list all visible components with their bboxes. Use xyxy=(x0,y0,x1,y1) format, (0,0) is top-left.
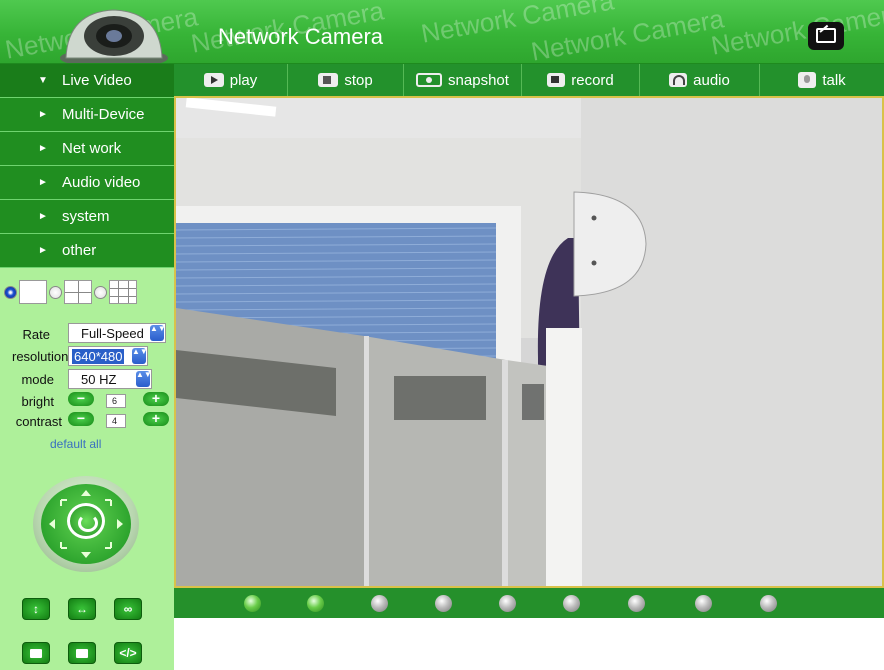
ptz-center-button[interactable] xyxy=(67,503,105,539)
quad-view-radio[interactable] xyxy=(49,285,62,299)
sidebar-item-label: system xyxy=(62,208,110,225)
audio-icon xyxy=(669,73,688,87)
app-header: Network Camera Network Camera Network Ca… xyxy=(0,0,884,64)
snapshot-button[interactable]: snapshot xyxy=(404,64,522,96)
nine-view-radio[interactable] xyxy=(94,285,107,299)
rate-select[interactable]: Full-Speed ▲▼ xyxy=(68,323,166,343)
nine-view-icon[interactable] xyxy=(109,280,137,304)
bright-minus-button[interactable]: − xyxy=(68,391,94,406)
record-button[interactable]: record xyxy=(522,64,640,96)
rate-label: Rate xyxy=(22,327,50,342)
caret-right-icon: ► xyxy=(38,177,48,188)
sidebar-item-network[interactable]: ► Net work xyxy=(0,132,174,166)
code-button[interactable]: </> xyxy=(114,642,142,664)
channel-1-indicator[interactable] xyxy=(244,595,261,612)
spinner-icon: ▲▼ xyxy=(136,371,152,387)
caret-right-icon: ► xyxy=(38,109,48,120)
bright-label: bright xyxy=(21,394,54,409)
app-title: Network Camera xyxy=(218,24,384,49)
fullscreen-button[interactable] xyxy=(808,22,844,50)
split-view-selector xyxy=(4,276,172,308)
loop-button[interactable]: ∞ xyxy=(114,598,142,620)
caret-right-icon: ► xyxy=(38,143,48,154)
sidebar-item-multi-device[interactable]: ► Multi-Device xyxy=(0,98,174,132)
camera-logo-icon xyxy=(60,9,168,63)
mode-label: mode xyxy=(21,372,54,387)
sidebar-item-label: other xyxy=(62,242,97,259)
resolution-label: resolution xyxy=(12,349,69,364)
mode-select[interactable]: 50 HZ ▲▼ xyxy=(68,369,152,389)
preset-2-button[interactable] xyxy=(68,642,96,664)
contrast-plus-button[interactable]: + xyxy=(143,411,169,426)
channel-5-indicator[interactable] xyxy=(499,595,516,612)
bright-value[interactable]: 6 xyxy=(106,394,126,408)
channel-7-indicator[interactable] xyxy=(628,595,645,612)
single-view-icon[interactable] xyxy=(19,280,47,304)
contrast-value[interactable]: 4 xyxy=(106,414,126,428)
caret-down-icon: ▼ xyxy=(38,75,48,86)
flip-horizontal-button[interactable]: ↔ xyxy=(68,598,96,620)
sidebar-item-other[interactable]: ► other xyxy=(0,234,174,268)
talk-icon xyxy=(798,72,817,88)
flip-vertical-button[interactable]: ↕ xyxy=(22,598,50,620)
channel-status-bar xyxy=(174,588,884,618)
snapshot-icon xyxy=(416,73,443,87)
sidebar-item-audio-video[interactable]: ► Audio video xyxy=(0,166,174,200)
channel-2-indicator[interactable] xyxy=(307,595,324,612)
stop-button[interactable]: stop xyxy=(288,64,404,96)
audio-button[interactable]: audio xyxy=(640,64,760,96)
play-icon xyxy=(203,73,224,87)
video-feed[interactable] xyxy=(174,96,884,588)
single-view-radio[interactable] xyxy=(4,285,17,299)
sidebar-item-label: Multi-Device xyxy=(62,106,145,123)
channel-4-indicator[interactable] xyxy=(435,595,452,612)
spinner-icon: ▲▼ xyxy=(150,325,166,341)
camera-feed-image xyxy=(176,98,882,586)
watermark-text: Network Camera xyxy=(708,0,884,61)
quad-view-icon[interactable] xyxy=(64,280,92,304)
channel-9-indicator[interactable] xyxy=(760,595,777,612)
sidebar-item-system[interactable]: ► system xyxy=(0,200,174,234)
play-button[interactable]: play xyxy=(174,64,288,96)
toolbar: play stop snapshot record audio talk xyxy=(174,64,884,96)
resolution-select[interactable]: 640*480 ▲▼ xyxy=(68,346,148,366)
stop-icon xyxy=(318,73,339,87)
preset-2-icon xyxy=(76,649,88,659)
contrast-label: contrast xyxy=(15,414,62,429)
sidebar-item-label: Live Video xyxy=(62,72,132,89)
spinner-icon: ▲▼ xyxy=(132,348,148,364)
record-icon xyxy=(547,73,566,87)
bright-plus-button[interactable]: + xyxy=(143,391,169,406)
preset-1-button[interactable] xyxy=(22,642,50,664)
default-all-link[interactable]: default all xyxy=(50,437,101,451)
sidebar-item-label: Net work xyxy=(62,140,122,157)
sidebar-item-live-video[interactable]: ▼ Live Video xyxy=(0,64,174,98)
channel-3-indicator[interactable] xyxy=(371,595,388,612)
ptz-control[interactable] xyxy=(33,476,139,572)
caret-right-icon: ► xyxy=(38,245,48,256)
sidebar: ▼ Live Video ► Multi-Device ► Net work ►… xyxy=(0,64,174,670)
talk-button[interactable]: talk xyxy=(760,64,884,96)
preset-1-icon xyxy=(30,649,42,659)
contrast-minus-button[interactable]: − xyxy=(68,411,94,426)
sidebar-item-label: Audio video xyxy=(62,174,141,191)
channel-8-indicator[interactable] xyxy=(695,595,712,612)
channel-6-indicator[interactable] xyxy=(563,595,580,612)
caret-right-icon: ► xyxy=(38,211,48,222)
